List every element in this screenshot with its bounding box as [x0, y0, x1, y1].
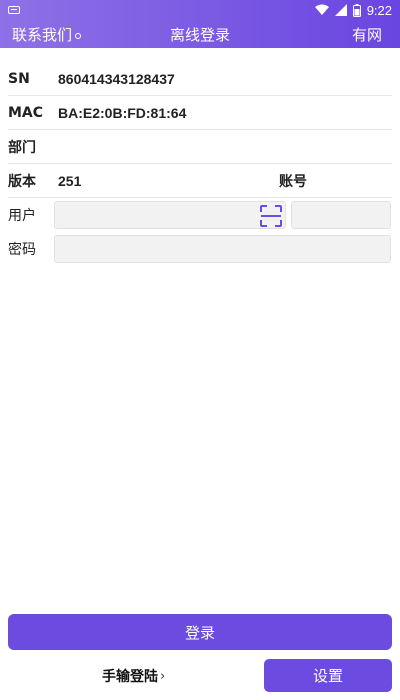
contact-us-label: 联系我们 [12, 26, 73, 44]
settings-button[interactable]: 设置 [264, 659, 392, 692]
sn-label: SN [8, 70, 30, 87]
version-label: 版本 [8, 173, 36, 190]
account-label: 账号 [279, 173, 307, 190]
manual-login-link[interactable]: 手输登陆 › [102, 666, 165, 686]
wifi-icon [314, 4, 329, 15]
status-bar: 9:22 [0, 0, 400, 20]
signal-icon [334, 4, 347, 16]
password-row: 密码 [8, 232, 392, 266]
mac-value: BA:E2:0B:FD:81:64 [58, 104, 187, 121]
title-bar: 联系我们 离线登录 有网 [0, 20, 400, 48]
sn-value: 860414343128437 [58, 70, 175, 87]
password-input[interactable] [54, 235, 391, 263]
account-input[interactable] [291, 201, 391, 229]
scan-icon[interactable] [260, 205, 282, 227]
version-value: 251 [58, 172, 82, 189]
contact-us-link[interactable]: 联系我们 [12, 24, 82, 45]
password-label: 密码 [8, 242, 36, 258]
device-info-form: SN 860414343128437 MAC BA:E2:0B:FD:81:64… [0, 62, 400, 266]
login-button[interactable]: 登录 [8, 614, 392, 650]
sn-row: SN 860414343128437 [8, 62, 392, 96]
mac-row: MAC BA:E2:0B:FD:81:64 [8, 96, 392, 130]
user-input[interactable] [54, 201, 286, 229]
mac-label: MAC [8, 104, 44, 121]
user-label: 用户 [8, 208, 36, 224]
notification-icon [8, 6, 20, 14]
status-icons: 9:22 [314, 2, 392, 18]
clock: 9:22 [366, 2, 392, 18]
user-row: 用户 [8, 198, 392, 232]
manual-login-label: 手输登陆 [102, 669, 158, 685]
version-row: 版本 251 账号 [8, 164, 392, 198]
department-row[interactable]: 部门 [8, 130, 392, 164]
circle-icon [75, 33, 82, 39]
battery-icon [352, 3, 361, 17]
chevron-right-icon: › [160, 668, 166, 684]
department-label: 部门 [8, 139, 36, 156]
network-status: 有网 [351, 26, 382, 44]
